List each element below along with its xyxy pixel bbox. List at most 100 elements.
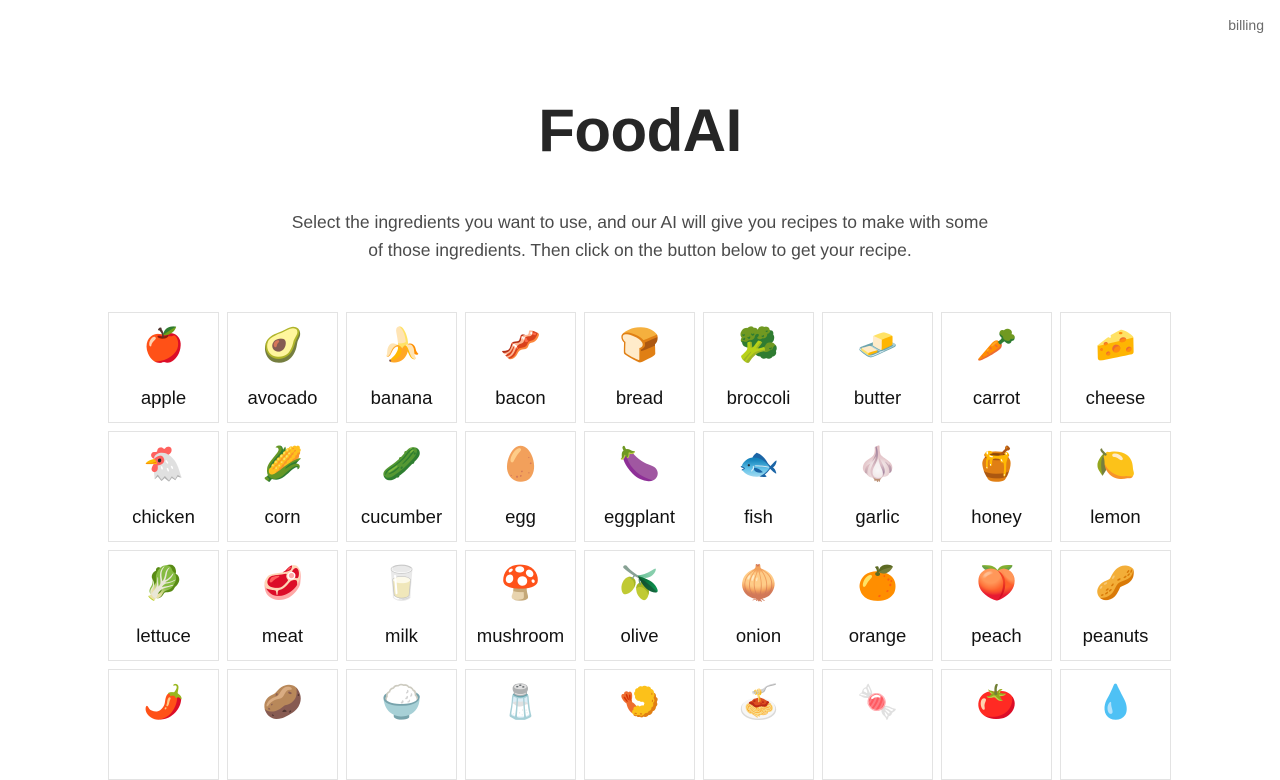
ingredient-icon: 🐔 <box>142 445 185 482</box>
page-title: FoodAI <box>538 97 742 164</box>
ingredient-card[interactable]: 🥬 lettuce <box>108 550 219 661</box>
ingredient-icon: 🧈 <box>856 326 899 363</box>
ingredient-label: honey <box>971 506 1022 527</box>
ingredient-icon: 🥜 <box>1094 564 1137 601</box>
ingredient-icon: 🥚 <box>499 445 542 482</box>
ingredient-label: banana <box>370 387 433 408</box>
ingredient-icon: 🍑 <box>975 564 1018 601</box>
ingredient-card[interactable]: 🥒 cucumber <box>346 431 457 542</box>
ingredient-icon: 🫒 <box>618 564 661 601</box>
ingredient-label: peach <box>971 625 1022 646</box>
ingredient-card[interactable]: 🧈 butter <box>822 312 933 423</box>
ingredient-icon: 🍄 <box>499 564 542 601</box>
ingredient-label: fish <box>744 506 773 527</box>
ingredient-icon: 🥕 <box>975 326 1018 363</box>
ingredient-card[interactable]: 🍞 bread <box>584 312 695 423</box>
ingredient-icon: 🍊 <box>856 564 899 601</box>
ingredient-card[interactable]: 🍋 lemon <box>1060 431 1171 542</box>
ingredient-icon: 🍎 <box>142 326 185 363</box>
ingredient-card[interactable]: 🥚 egg <box>465 431 576 542</box>
ingredient-icon: 🍆 <box>618 445 661 482</box>
ingredient-icon: 🍬 <box>856 683 899 720</box>
ingredient-label: egg <box>505 506 536 527</box>
ingredient-icon: 🌶️ <box>142 683 185 720</box>
ingredient-card[interactable]: 🥓 bacon <box>465 312 576 423</box>
ingredient-icon: 🥦 <box>737 326 780 363</box>
ingredient-icon: 🍯 <box>975 445 1018 482</box>
ingredient-card[interactable]: 🥩 meat <box>227 550 338 661</box>
ingredient-card[interactable]: 🌽 corn <box>227 431 338 542</box>
ingredient-card[interactable]: 🍌 banana <box>346 312 457 423</box>
ingredient-card[interactable]: 🍑 peach <box>941 550 1052 661</box>
ingredient-label: butter <box>853 387 902 408</box>
ingredient-card[interactable]: 🍝 <box>703 669 814 780</box>
ingredient-card[interactable]: 🐟 fish <box>703 431 814 542</box>
ingredient-card[interactable]: 🐔 chicken <box>108 431 219 542</box>
ingredient-icon: 🥒 <box>380 445 423 482</box>
ingredient-card[interactable]: 🍅 <box>941 669 1052 780</box>
ingredient-card[interactable]: 🥛 milk <box>346 550 457 661</box>
ingredient-card[interactable]: 🍤 <box>584 669 695 780</box>
ingredient-icon: 🧅 <box>737 564 780 601</box>
ingredient-icon: 🍚 <box>380 683 423 720</box>
ingredient-card[interactable]: 🥜 peanuts <box>1060 550 1171 661</box>
ingredient-card[interactable]: 🧂 <box>465 669 576 780</box>
ingredient-icon: 🥛 <box>380 564 423 601</box>
ingredient-card[interactable]: 🍊 orange <box>822 550 933 661</box>
ingredient-icon: 🥑 <box>261 326 304 363</box>
ingredient-icon: 🥓 <box>499 326 542 363</box>
ingredient-card[interactable]: 🍚 <box>346 669 457 780</box>
ingredient-icon: 🐟 <box>737 445 780 482</box>
ingredient-card[interactable]: 🥦 broccoli <box>703 312 814 423</box>
ingredient-card[interactable]: 🍬 <box>822 669 933 780</box>
ingredient-grid: 🍎 apple 🥑 avocado 🍌 banana 🥓 bacon 🍞 bread 🥦 brocco… <box>108 312 1171 780</box>
ingredient-label: bacon <box>495 387 546 408</box>
ingredient-icon: 🍋 <box>1094 445 1137 482</box>
ingredient-label: chicken <box>132 506 195 527</box>
ingredient-label: onion <box>735 625 782 646</box>
ingredient-label: cheese <box>1085 387 1146 408</box>
ingredient-icon: 🍞 <box>618 326 661 363</box>
ingredient-label: cucumber <box>360 506 443 527</box>
ingredient-label: avocado <box>247 387 318 408</box>
ingredient-icon: 🥬 <box>142 564 185 601</box>
ingredient-card[interactable]: 🥕 carrot <box>941 312 1052 423</box>
ingredient-card[interactable]: 💧 <box>1060 669 1171 780</box>
ingredient-label: apple <box>140 387 187 408</box>
ingredient-card[interactable]: 🫒 olive <box>584 550 695 661</box>
ingredient-card[interactable]: 🍄 mushroom <box>465 550 576 661</box>
ingredient-icon: 🍤 <box>618 683 661 720</box>
ingredient-icon: 🌽 <box>261 445 304 482</box>
ingredient-card[interactable]: 🍯 honey <box>941 431 1052 542</box>
ingredient-card[interactable]: 🥔 <box>227 669 338 780</box>
ingredient-icon: 🍝 <box>737 683 780 720</box>
ingredient-label: bread <box>615 387 664 408</box>
ingredient-card[interactable]: 🍆 eggplant <box>584 431 695 542</box>
ingredient-label: broccoli <box>726 387 791 408</box>
ingredient-icon: 🥔 <box>261 683 304 720</box>
ingredient-label: eggplant <box>604 506 675 527</box>
billing-link[interactable]: billing <box>1228 17 1264 33</box>
ingredient-card[interactable]: 🧄 garlic <box>822 431 933 542</box>
ingredient-label: olive <box>620 625 659 646</box>
ingredient-label: milk <box>385 625 418 646</box>
ingredient-card[interactable]: 🍎 apple <box>108 312 219 423</box>
ingredient-icon: 💧 <box>1094 683 1137 720</box>
ingredient-icon: 🧄 <box>856 445 899 482</box>
ingredient-label: meat <box>261 625 304 646</box>
ingredient-icon: 🍅 <box>975 683 1018 720</box>
ingredient-label: lettuce <box>136 625 191 646</box>
ingredient-card[interactable]: 🥑 avocado <box>227 312 338 423</box>
ingredient-icon: 🧀 <box>1094 326 1137 363</box>
ingredient-card[interactable]: 🧅 onion <box>703 550 814 661</box>
ingredient-label: mushroom <box>476 625 565 646</box>
page-description: Select the ingredients you want to use, … <box>291 212 989 260</box>
ingredient-label: lemon <box>1090 506 1141 527</box>
ingredient-label: garlic <box>855 506 900 527</box>
ingredient-card[interactable]: 🧀 cheese <box>1060 312 1171 423</box>
ingredient-label: corn <box>264 506 301 527</box>
ingredient-icon: 🍌 <box>380 326 423 363</box>
ingredient-icon: 🥩 <box>261 564 304 601</box>
ingredient-label: carrot <box>972 387 1021 408</box>
ingredient-card[interactable]: 🌶️ <box>108 669 219 780</box>
